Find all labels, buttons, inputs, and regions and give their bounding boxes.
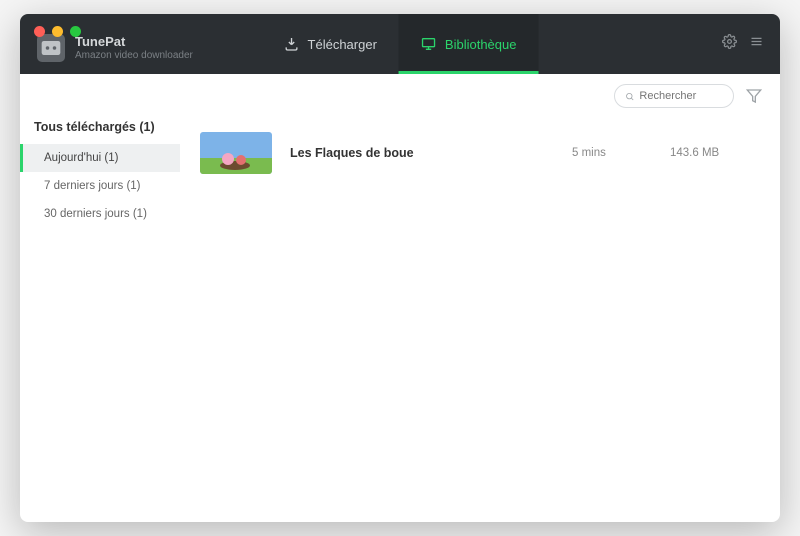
window-controls [34, 26, 81, 37]
toolbar [20, 74, 780, 114]
video-duration: 5 mins [572, 147, 652, 159]
tab-library[interactable]: Bibliothèque [399, 14, 539, 74]
content-area: Tous téléchargés (1) Aujourd'hui (1) 7 d… [20, 74, 780, 522]
sidebar-item-label: Aujourd'hui (1) [44, 152, 118, 164]
tab-library-label: Bibliothèque [445, 37, 517, 52]
sidebar-item-7days[interactable]: 7 derniers jours (1) [20, 172, 180, 200]
main-list: Les Flaques de boue 5 mins 143.6 MB [180, 114, 780, 522]
tab-download[interactable]: Télécharger [262, 14, 399, 74]
app-subtitle: Amazon video downloader [75, 50, 193, 62]
search-box[interactable] [614, 84, 734, 108]
sidebar-item-label: 7 derniers jours (1) [44, 180, 141, 192]
sidebar-item-today[interactable]: Aujourd'hui (1) [20, 144, 180, 172]
filter-icon [746, 88, 762, 104]
app-window: TunePat Amazon video downloader Téléchar… [20, 14, 780, 522]
filter-button[interactable] [746, 88, 762, 104]
list-item[interactable]: Les Flaques de boue 5 mins 143.6 MB [200, 124, 760, 182]
titlebar-actions [722, 34, 764, 54]
video-title: Les Flaques de boue [290, 146, 554, 160]
video-thumbnail [200, 132, 272, 174]
download-icon [284, 36, 300, 52]
sidebar-item-30days[interactable]: 30 derniers jours (1) [20, 200, 180, 228]
brand: TunePat Amazon video downloader [37, 34, 193, 62]
library-icon [421, 36, 437, 52]
menu-icon[interactable] [749, 34, 764, 54]
sidebar-header: Tous téléchargés (1) [20, 114, 180, 144]
titlebar: TunePat Amazon video downloader Téléchar… [20, 14, 780, 74]
app-name: TunePat [75, 35, 193, 50]
main-tabs: Télécharger Bibliothèque [262, 14, 539, 74]
video-size: 143.6 MB [670, 147, 760, 159]
search-input[interactable] [639, 90, 723, 102]
sidebar-item-label: 30 derniers jours (1) [44, 208, 147, 220]
search-icon [625, 91, 634, 102]
sidebar: Tous téléchargés (1) Aujourd'hui (1) 7 d… [20, 114, 180, 522]
tab-download-label: Télécharger [308, 37, 377, 52]
maximize-button[interactable] [70, 26, 81, 37]
settings-icon[interactable] [722, 34, 737, 54]
body: Tous téléchargés (1) Aujourd'hui (1) 7 d… [20, 114, 780, 522]
app-logo-icon [37, 34, 65, 62]
minimize-button[interactable] [52, 26, 63, 37]
close-button[interactable] [34, 26, 45, 37]
